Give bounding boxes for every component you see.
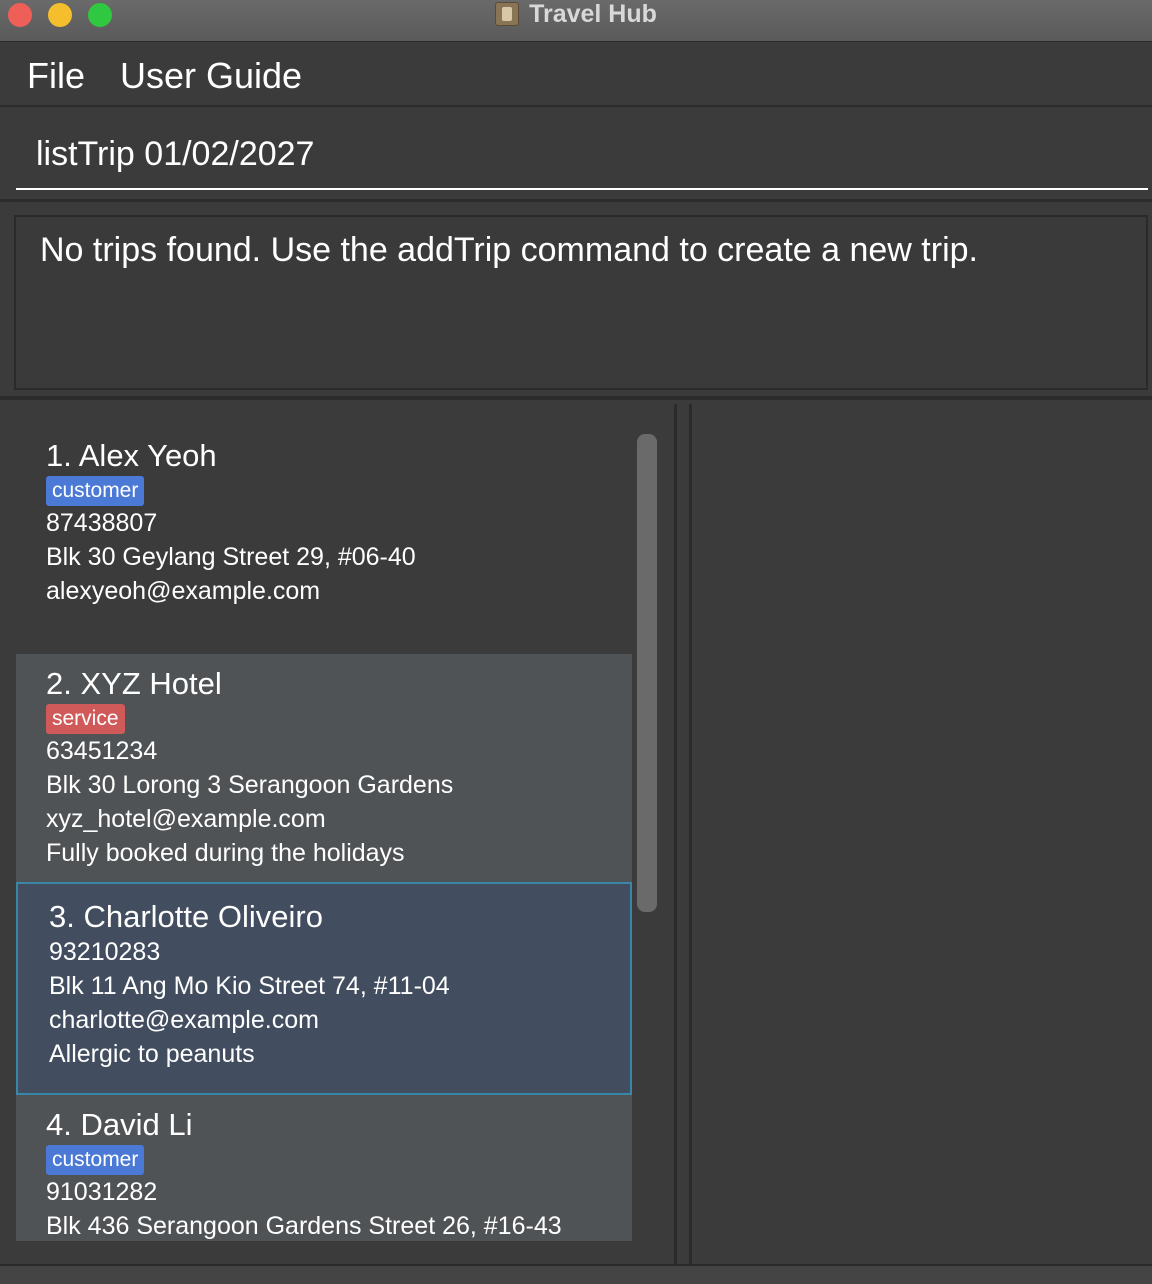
menu-bar: File User Guide <box>0 43 1152 107</box>
result-message: No trips found. Use the addTrip command … <box>40 231 978 269</box>
contact-address: Blk 30 Lorong 3 Serangoon Gardens <box>46 771 454 799</box>
contact-address: Blk 11 Ang Mo Kio Street 74, #11-04 <box>49 972 450 1000</box>
contact-name: 1. Alex Yeoh <box>46 438 217 473</box>
contact-phone: 63451234 <box>46 737 158 765</box>
menu-user-guide[interactable]: User Guide <box>120 55 302 97</box>
contact-card-xyz-hotel[interactable]: 2. XYZ Hotel service 63451234 Blk 30 Lor… <box>16 654 632 882</box>
contact-card-charlotte-oliveiro[interactable]: 3. Charlotte Oliveiro 93210283 Blk 11 An… <box>16 882 632 1095</box>
contact-address: Blk 30 Geylang Street 29, #06-40 <box>46 543 416 571</box>
contact-list[interactable]: 1. Alex Yeoh customer 87438807 Blk 30 Ge… <box>16 426 632 1241</box>
contact-address: Blk 436 Serangoon Gardens Street 26, #16… <box>46 1212 562 1240</box>
contact-tag-customer: customer <box>46 476 145 506</box>
contact-card-alex-yeoh[interactable]: 1. Alex Yeoh customer 87438807 Blk 30 Ge… <box>16 426 632 654</box>
contact-note: Allergic to peanuts <box>49 1040 255 1068</box>
window-title-group: Travel Hub <box>0 0 1152 28</box>
result-display-area: No trips found. Use the addTrip command … <box>0 205 1152 400</box>
contact-name: 4. David Li <box>46 1107 193 1142</box>
contact-name: 3. Charlotte Oliveiro <box>49 899 323 934</box>
contact-list-scrollbar[interactable] <box>637 434 657 912</box>
address-book-icon <box>495 2 520 26</box>
command-box-area <box>0 108 1152 202</box>
contact-phone: 91031282 <box>46 1178 158 1206</box>
title-bar: Travel Hub <box>0 0 1152 42</box>
contact-phone: 93210283 <box>49 938 161 966</box>
status-bar <box>0 1264 1152 1284</box>
command-input[interactable] <box>16 128 1148 190</box>
contact-email: xyz_hotel@example.com <box>46 805 326 833</box>
panel-divider[interactable] <box>674 404 692 1264</box>
contact-note: Fully booked during the holidays <box>46 839 405 867</box>
contact-list-panel: 1. Alex Yeoh customer 87438807 Blk 30 Ge… <box>0 404 674 1264</box>
window-title: Travel Hub <box>529 0 657 28</box>
trip-detail-panel <box>692 404 1152 1264</box>
menu-file[interactable]: File <box>27 55 85 97</box>
contact-tag-service: service <box>46 704 125 734</box>
result-display: No trips found. Use the addTrip command … <box>14 215 1148 390</box>
contact-card-david-li[interactable]: 4. David Li customer 91031282 Blk 436 Se… <box>16 1095 632 1241</box>
contact-phone: 87438807 <box>46 509 158 537</box>
contact-name: 2. XYZ Hotel <box>46 666 222 701</box>
contact-email: charlotte@example.com <box>49 1006 319 1034</box>
contact-tag-customer: customer <box>46 1145 145 1175</box>
contact-email: alexyeoh@example.com <box>46 577 321 605</box>
